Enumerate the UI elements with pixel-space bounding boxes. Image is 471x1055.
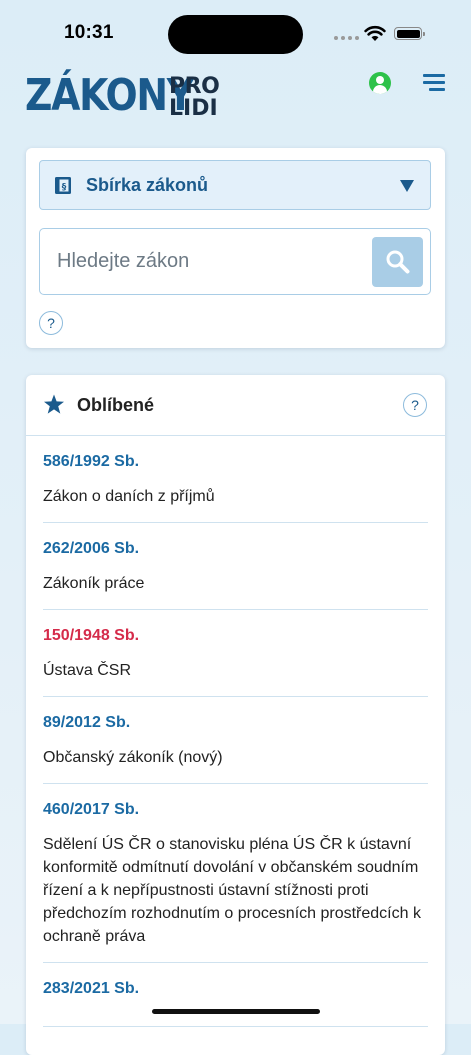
law-number[interactable]: 262/2006 Sb. [43, 539, 428, 559]
logo-line-1: PRO [169, 74, 220, 99]
search-icon [386, 250, 410, 274]
law-number[interactable]: 150/1948 Sb. [43, 626, 428, 646]
search-button[interactable] [372, 237, 423, 287]
favorites-list: 586/1992 Sb. Zákon o daních z příjmů 262… [43, 436, 428, 1027]
logo-main-text: ZÁKONY [25, 70, 194, 121]
list-item[interactable]: 586/1992 Sb. Zákon o daních z příjmů [43, 436, 428, 523]
law-number[interactable]: 283/2021 Sb. [43, 979, 428, 999]
list-item[interactable]: 460/2017 Sb. Sdělení ÚS ČR o stanovisku … [43, 784, 428, 963]
battery-icon [394, 27, 425, 40]
search-input[interactable] [41, 230, 366, 293]
law-name: Zákoník práce [43, 575, 145, 592]
list-item[interactable]: 283/2021 Sb. [43, 963, 428, 1027]
dynamic-island [168, 15, 303, 54]
user-icon[interactable] [369, 72, 391, 94]
law-name: Občanský zákoník (nový) [43, 749, 223, 766]
law-number[interactable]: 586/1992 Sb. [43, 452, 428, 472]
logo-side-text: PRO LIDI [169, 74, 220, 121]
collection-select[interactable]: § Sbírka zákonů [39, 160, 431, 210]
status-time: 10:31 [64, 22, 114, 43]
law-name: Zákon o daních z příjmů [43, 488, 215, 505]
star-icon [44, 394, 64, 414]
signal-icon [334, 36, 359, 40]
logo-line-2: LIDI [169, 96, 218, 121]
menu-icon[interactable] [423, 73, 445, 93]
law-name: Sdělení ÚS ČR o stanovisku pléna ÚS ČR k… [43, 836, 421, 945]
search-card: § Sbírka zákonů ? [26, 148, 445, 348]
home-indicator [152, 1009, 320, 1014]
law-number[interactable]: 89/2012 Sb. [43, 713, 428, 733]
favorites-card: Oblíbené ? 586/1992 Sb. Zákon o daních z… [26, 375, 445, 1055]
list-item[interactable]: 150/1948 Sb. Ústava ČSR [43, 610, 428, 697]
book-icon: § [55, 177, 71, 194]
favorites-header: Oblíbené ? [26, 375, 445, 436]
app-logo[interactable]: ZÁKONY PRO LIDI [25, 70, 220, 122]
list-item[interactable]: 262/2006 Sb. Zákoník práce [43, 523, 428, 610]
favorites-help-icon[interactable]: ? [403, 393, 427, 417]
status-bar: 10:31 [0, 0, 471, 60]
search-box [39, 228, 431, 295]
law-number[interactable]: 460/2017 Sb. [43, 800, 428, 820]
favorites-title: Oblíbené [77, 395, 155, 415]
law-name: Ústava ČSR [43, 662, 132, 679]
caret-down-icon [400, 180, 414, 192]
list-item[interactable]: 89/2012 Sb. Občanský zákoník (nový) [43, 697, 428, 784]
wifi-icon [364, 25, 386, 41]
search-help-icon[interactable]: ? [39, 311, 63, 335]
svg-text:§: § [62, 183, 67, 193]
collection-label: Sbírka zákonů [86, 175, 209, 195]
